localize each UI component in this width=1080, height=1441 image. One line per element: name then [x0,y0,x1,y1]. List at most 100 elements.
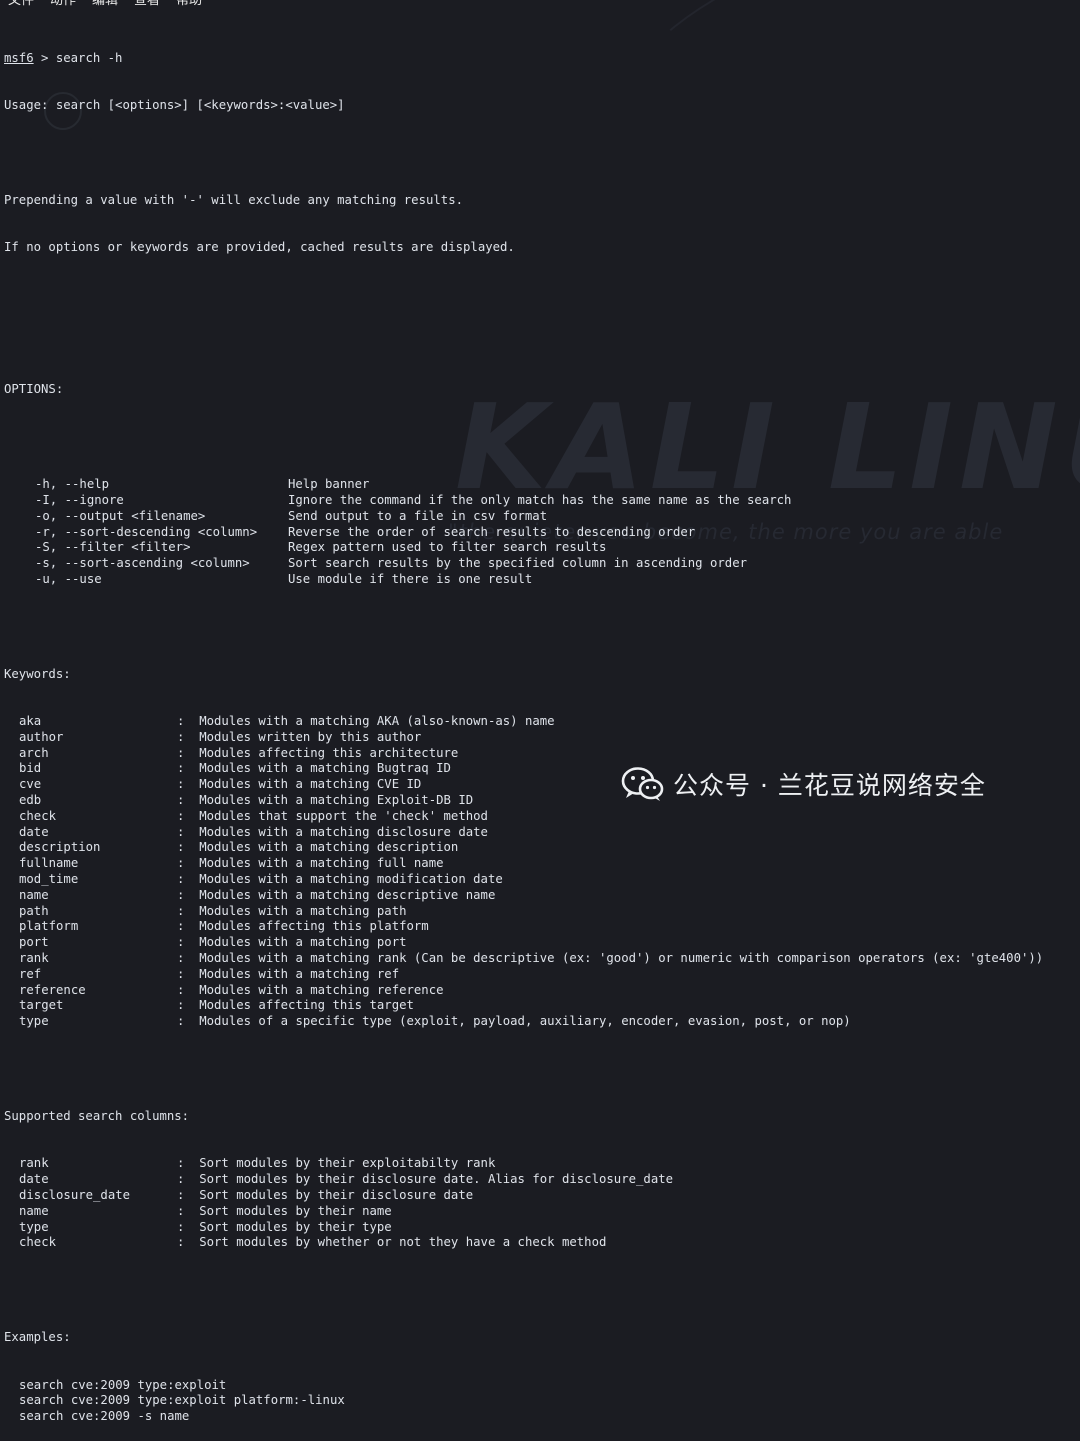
menu-action[interactable]: 动作 [42,0,84,11]
keyword-row-key: fullname [19,856,79,871]
option-row: -r, --sort-descending <column> Reverse th… [4,525,1080,541]
column-row-desc: : Sort modules by their exploitabilty ra… [177,1156,496,1171]
option-row-desc: Help banner [288,477,370,492]
keyword-row-key: check [19,808,57,823]
keyword-row-key: date [19,824,49,839]
keyword-row-desc: : Modules with a matching reference [177,982,444,997]
keyword-row-desc: : Modules affecting this platform [177,919,429,934]
keyword-row: date : Modules with a matching disclosure… [4,825,1080,841]
keyword-row-key: ref [19,966,42,981]
keyword-row-key: edb [19,793,42,808]
column-row-key: check [19,1235,57,1250]
option-row-desc: Use module if there is one result [288,571,533,586]
keyword-row-desc: : Modules that support the 'check' metho… [177,808,488,823]
keyword-row-key: mod_time [19,872,79,887]
intro-line: If no options or keywords are provided, … [4,240,515,255]
option-row-key: -S, --filter <filter> [35,540,191,555]
option-row: -o, --output <filename> Send output to a … [4,509,1080,525]
prompt-line: msf6 > search -h [4,51,1080,67]
menu-file[interactable]: 文件 [0,0,42,11]
keyword-row-key: arch [19,745,49,760]
keywords-header: Keywords: [4,666,71,681]
prompt-command: > search -h [33,50,123,65]
keyword-row-key: author [19,729,64,744]
keyword-row-key: name [19,887,49,902]
keyword-row: author: Modules written by this author [4,730,1080,746]
watermark: 公众号 · 兰花豆说网络安全 [621,766,986,802]
option-row: -h, --help Help banner [4,477,1080,493]
example-row: search cve:2009 type:exploit [19,1377,227,1392]
option-row-desc: Ignore the command if the only match has… [288,492,792,507]
keyword-row: reference : Modules with a matching refer… [4,983,1080,999]
keyword-row: ref : Modules with a matching ref [4,967,1080,983]
column-row-desc: : Sort modules by their disclosure date.… [177,1172,674,1187]
keyword-row-desc: : Modules with a matching Bugtraq ID [177,761,451,776]
column-row: type : Sort modules by their type [4,1220,1080,1236]
column-row: date : Sort modules by their disclosure d… [4,1172,1080,1188]
keyword-row: aka: Modules with a matching AKA (also-k… [4,714,1080,730]
usage-line: Usage: search [<options>] [<keywords>:<v… [4,97,345,112]
option-row-key: -o, --output <filename> [35,508,206,523]
menu-view[interactable]: 查看 [126,0,168,11]
keyword-row-key: bid [19,761,42,776]
option-row-desc: Regex pattern used to filter search resu… [288,540,607,555]
column-row-key: rank [19,1156,49,1171]
watermark-text: 公众号 · 兰花豆说网络安全 [673,771,986,800]
option-row-key: -u, --use [35,571,102,586]
keyword-row-desc: : Modules with a matching description [177,840,459,855]
option-row-desc: Send output to a file in csv format [288,508,548,523]
keyword-row-key: reference [19,982,86,997]
keyword-row-desc: : Modules affecting this architecture [177,745,459,760]
keyword-row: description : Modules with a matching des… [4,840,1080,856]
example-row: search cve:2009 type:exploit platform:-l… [19,1393,345,1408]
menu-edit[interactable]: 编辑 [84,0,126,11]
keyword-row: fullname : Modules with a matching full n… [4,856,1080,872]
option-row-key: -I, --ignore [35,492,124,507]
keyword-row: path : Modules with a matching path [4,904,1080,920]
menu-help[interactable]: 帮助 [168,0,210,11]
keyword-row-desc: : Modules with a matching AKA (also-know… [177,714,555,729]
column-row-key: disclosure_date [19,1187,131,1202]
column-row-key: date [19,1172,49,1187]
column-row-desc: : Sort modules by their disclosure date [177,1187,474,1202]
examples-header: Examples: [4,1330,71,1345]
keyword-row: check : Modules that support the 'check' … [4,809,1080,825]
keyword-row-key: description [19,840,101,855]
examples-list: search cve:2009 type:exploit search cve:2… [4,1378,1080,1425]
keyword-row-desc: : Modules with a matching CVE ID [177,777,422,792]
keyword-row: port: Modules with a matching port [4,935,1080,951]
wechat-icon [621,767,664,801]
keyword-row-desc: : Modules with a matching ref [177,966,400,981]
keyword-row-desc: : Modules with a matching rank (Can be d… [177,951,1044,966]
option-row-key: -s, --sort-ascending <column> [35,556,250,571]
keyword-row: type: Modules of a specific type (exploi… [4,1014,1080,1030]
keyword-row-key: type [19,1014,49,1029]
keyword-row-desc: : Modules with a matching Exploit-DB ID [177,793,474,808]
options-header: OPTIONS: [4,382,64,397]
option-row: -u, --use Use module if there is one resu… [4,572,1080,588]
keyword-row-desc: : Modules with a matching path [177,903,407,918]
column-row: check : Sort modules by whether or not th… [4,1235,1080,1251]
keyword-row-desc: : Modules affecting this target [177,998,414,1013]
column-row-desc: : Sort modules by their name [177,1203,392,1218]
keyword-row-key: path [19,903,49,918]
keywords-list: aka: Modules with a matching AKA (also-k… [4,714,1080,1030]
column-row-desc: : Sort modules by whether or not they ha… [177,1235,607,1250]
option-row-desc: Reverse the order of search results to d… [288,524,696,539]
keyword-row-key: platform [19,919,79,934]
keyword-row-key: cve [19,777,42,792]
column-row-key: name [19,1203,49,1218]
keyword-row: rank : Modules with a matching rank (Can … [4,951,1080,967]
options-list: -h, --help Help banner -I, --ignore Ignore … [4,477,1080,588]
option-row: -s, --sort-ascending <column> Sort search… [4,556,1080,572]
option-row-key: -h, --help [35,477,110,492]
keyword-row-desc: : Modules with a matching full name [177,856,444,871]
keyword-row-desc: : Modules with a matching disclosure dat… [177,824,488,839]
keyword-row: target: Modules affecting this target [4,998,1080,1014]
column-row-key: type [19,1219,49,1234]
column-row: disclosure_date : Sort modules by their d… [4,1188,1080,1204]
keyword-row-key: rank [19,951,49,966]
keyword-row-key: port [19,935,49,950]
terminal-output[interactable]: msf6 > search -h Usage: search [<options… [4,19,1080,1424]
column-row-desc: : Sort modules by their type [177,1219,392,1234]
